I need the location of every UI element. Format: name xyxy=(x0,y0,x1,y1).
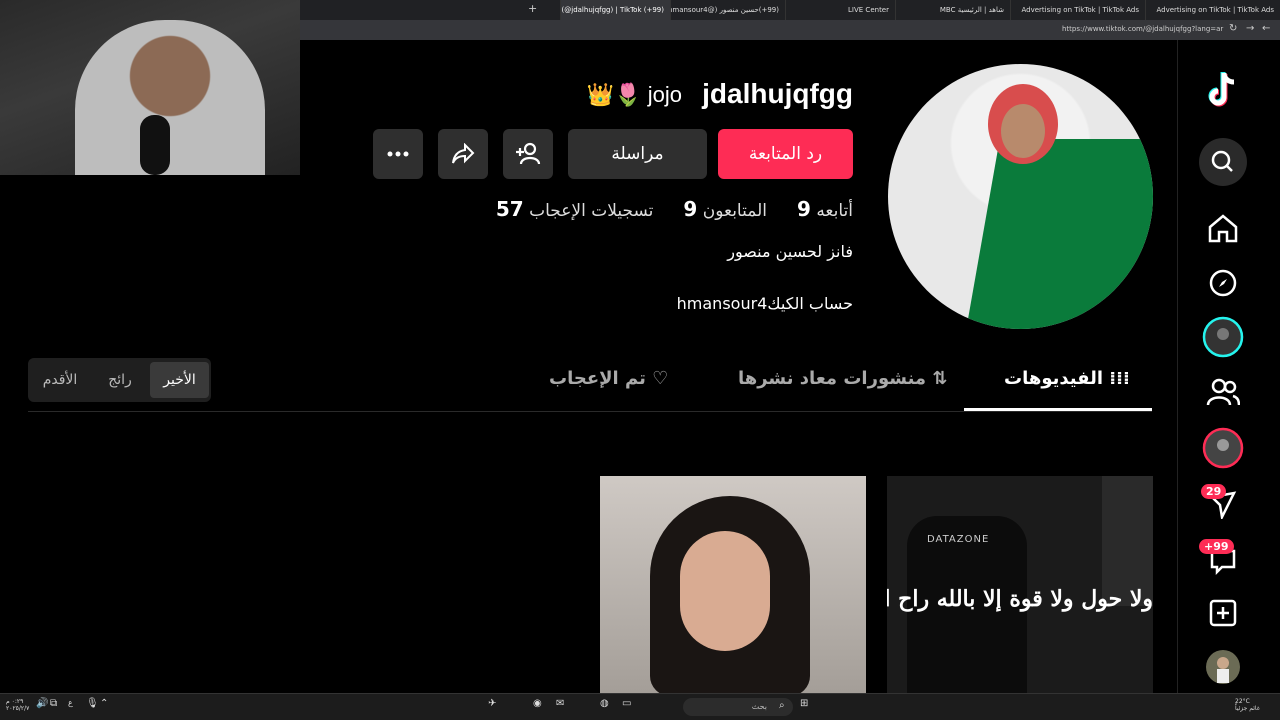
stat-followers[interactable]: المتابعون 9 xyxy=(677,197,767,221)
message-button[interactable]: مراسلة xyxy=(568,129,707,179)
file-explorer-icon[interactable]: ▭ xyxy=(622,698,631,709)
mail-icon[interactable]: ✉ xyxy=(556,698,564,709)
profile-stats: أتابعه 9 المتابعون 9 تسجيلات الإعجاب 57 xyxy=(490,197,853,221)
weather-desc: غائم جزئياً xyxy=(1235,705,1260,712)
video-thumbnail[interactable] xyxy=(600,476,866,693)
tiktok-logo-icon[interactable] xyxy=(1199,66,1247,114)
stat-likes: تسجيلات الإعجاب 57 xyxy=(490,197,654,221)
chrome-icon[interactable]: ◉ xyxy=(533,698,542,709)
new-tab-button[interactable]: + xyxy=(528,2,537,15)
bio-line: حساب الكيكhmansour4 xyxy=(676,294,853,313)
active-tab-indicator xyxy=(964,408,1152,411)
weather-widget[interactable]: 22°C غائم جزئياً xyxy=(1235,698,1260,712)
windows-start-icon[interactable]: ⊞ xyxy=(800,698,808,709)
stat-label: المتابعون xyxy=(702,201,767,221)
profile-avatar-icon[interactable] xyxy=(1199,643,1247,691)
face-image xyxy=(680,531,770,651)
streamer-image xyxy=(75,20,265,175)
browser-tab[interactable]: (99+)حسين منصور (@hmansour4) xyxy=(670,0,785,20)
sort-latest-option[interactable]: الأخير xyxy=(150,362,209,398)
browser-tab[interactable]: Advertising on TikTok | TikTok Ads xyxy=(1145,0,1280,20)
add-user-icon xyxy=(516,142,541,165)
windows-taskbar xyxy=(0,693,1280,720)
bio-line: فانز لحسين منصور xyxy=(727,242,853,261)
language-indicator[interactable]: ع xyxy=(68,698,73,707)
nickname-text: jojo xyxy=(647,82,682,107)
chair-brand-text: DATAZONE xyxy=(927,534,990,545)
telegram-icon[interactable]: ✈ xyxy=(488,698,496,709)
following-icon[interactable] xyxy=(1199,368,1247,416)
stat-following[interactable]: أتابعه 9 xyxy=(791,197,853,221)
share-icon xyxy=(452,143,475,164)
reload-icon[interactable]: ↻ xyxy=(1229,23,1237,34)
profile-nickname: 👑🌷 jojo xyxy=(587,82,682,108)
browser-tab[interactable]: Advertising on TikTok | TikTok Ads xyxy=(1010,0,1145,20)
back-icon[interactable]: ← xyxy=(1262,23,1270,34)
sort-oldest-option[interactable]: الأقدم xyxy=(32,362,88,398)
tab-reposts[interactable]: ⇅ منشورات معاد نشرها xyxy=(738,368,947,389)
weather-temp: 22°C xyxy=(1235,698,1250,705)
tabs-divider xyxy=(28,411,1152,412)
tab-label: منشورات معاد نشرها xyxy=(738,368,927,389)
activity-badge: 29 xyxy=(1201,484,1227,499)
grid-icon: ⁞⁞⁞ xyxy=(1109,368,1130,389)
network-icon[interactable]: ⧉ xyxy=(50,698,57,709)
profile-avatar xyxy=(888,64,1153,329)
clock-time: ٠:٢٩ م xyxy=(6,698,24,705)
edge-icon[interactable]: ◍ xyxy=(600,698,609,709)
stat-number: 9 xyxy=(683,197,698,221)
tab-label: الفيديوهات xyxy=(1004,368,1103,389)
flag-image xyxy=(966,139,1153,329)
forward-icon[interactable]: → xyxy=(1246,23,1254,34)
friend-avatar-icon[interactable] xyxy=(1199,424,1247,472)
chevron-up-icon[interactable]: ⌃ xyxy=(100,698,108,709)
webcam-overlay xyxy=(0,0,300,175)
more-options-button[interactable] xyxy=(373,129,423,179)
browser-tab-active[interactable]: (99+) jojo (@jdalhujqfgg) | TikTok xyxy=(560,0,670,20)
share-button[interactable] xyxy=(438,129,488,179)
heart-lock-icon: ♡ xyxy=(652,368,669,389)
repost-icon: ⇅ xyxy=(932,368,948,389)
search-icon[interactable] xyxy=(1199,138,1247,186)
stat-label: تسجيلات الإعجاب xyxy=(529,201,654,221)
taskbar-clock[interactable]: ٠:٢٩ م ٢٠٢٥/٢/٧ xyxy=(6,698,29,712)
browser-tab[interactable]: شاهد | الرئيسية MBC xyxy=(895,0,1010,20)
video-thumbnail[interactable]: DATAZONE ولا حول ولا قوة إلا بالله راح ا… xyxy=(887,476,1153,693)
live-avatar-icon[interactable] xyxy=(1199,313,1247,361)
add-friend-button[interactable] xyxy=(503,129,553,179)
explore-icon[interactable] xyxy=(1199,259,1247,307)
microphone-image xyxy=(140,115,170,175)
tab-liked[interactable]: ♡ تم الإعجاب xyxy=(549,368,668,389)
stat-number: 57 xyxy=(495,197,524,221)
home-icon[interactable] xyxy=(1199,204,1247,252)
search-icon: ⌕ xyxy=(779,700,785,711)
stat-label: أتابعه xyxy=(816,201,853,221)
nickname-emojis: 👑🌷 xyxy=(586,82,642,107)
tab-videos[interactable]: ⁞⁞⁞ الفيديوهات xyxy=(1004,368,1130,389)
clock-date: ٢٠٢٥/٢/٧ xyxy=(6,705,30,712)
browser-tab[interactable]: LIVE Center xyxy=(785,0,895,20)
follow-back-button[interactable]: رد المتابعة xyxy=(718,129,853,179)
face-image xyxy=(1001,104,1045,158)
more-icon xyxy=(387,151,409,157)
video-caption: ولا حول ولا قوة إلا بالله راح الـ xyxy=(887,586,1153,612)
sort-popular-option[interactable]: رائج xyxy=(92,362,148,398)
profile-username: jdalhujqfgg xyxy=(702,78,853,109)
url-field[interactable]: https://www.tiktok.com/@jdalhujqfgg?lang… xyxy=(1062,25,1223,33)
mic-icon[interactable]: 🎙 xyxy=(86,698,99,709)
volume-icon[interactable]: 🔊 xyxy=(36,698,48,709)
taskbar-search[interactable]: بحث xyxy=(683,698,793,716)
inbox-badge: +99 xyxy=(1199,539,1234,554)
tab-label: تم الإعجاب xyxy=(549,368,646,389)
stat-number: 9 xyxy=(796,197,811,221)
upload-icon[interactable] xyxy=(1199,589,1247,637)
